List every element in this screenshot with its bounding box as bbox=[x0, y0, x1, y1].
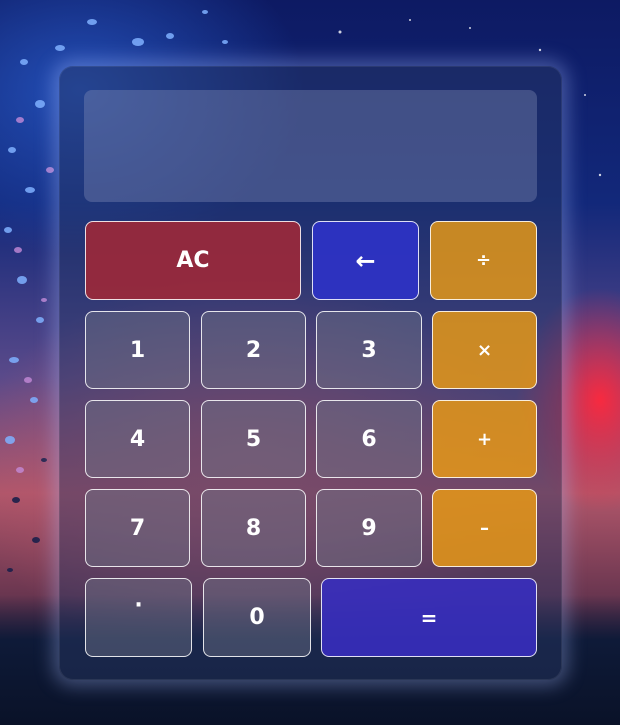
digit-7-button[interactable]: 7 bbox=[85, 489, 190, 567]
backspace-button[interactable]: ← bbox=[312, 221, 419, 300]
digit-0-button[interactable]: 0 bbox=[203, 578, 311, 657]
multiply-button[interactable]: × bbox=[432, 311, 537, 389]
digit-1-button[interactable]: 1 bbox=[85, 311, 190, 389]
plus-button[interactable]: + bbox=[432, 400, 537, 478]
digit-4-button[interactable]: 4 bbox=[85, 400, 190, 478]
divide-button[interactable]: ÷ bbox=[430, 221, 537, 300]
equals-button[interactable]: = bbox=[321, 578, 537, 657]
decimal-point-button[interactable]: · bbox=[85, 578, 192, 657]
calculator-display bbox=[84, 90, 537, 202]
minus-button[interactable]: – bbox=[432, 489, 537, 567]
digit-5-button[interactable]: 5 bbox=[201, 400, 306, 478]
digit-3-button[interactable]: 3 bbox=[316, 311, 422, 389]
digit-8-button[interactable]: 8 bbox=[201, 489, 306, 567]
digit-2-button[interactable]: 2 bbox=[201, 311, 306, 389]
clear-button[interactable]: AC bbox=[85, 221, 301, 300]
digit-6-button[interactable]: 6 bbox=[316, 400, 422, 478]
digit-9-button[interactable]: 9 bbox=[316, 489, 422, 567]
